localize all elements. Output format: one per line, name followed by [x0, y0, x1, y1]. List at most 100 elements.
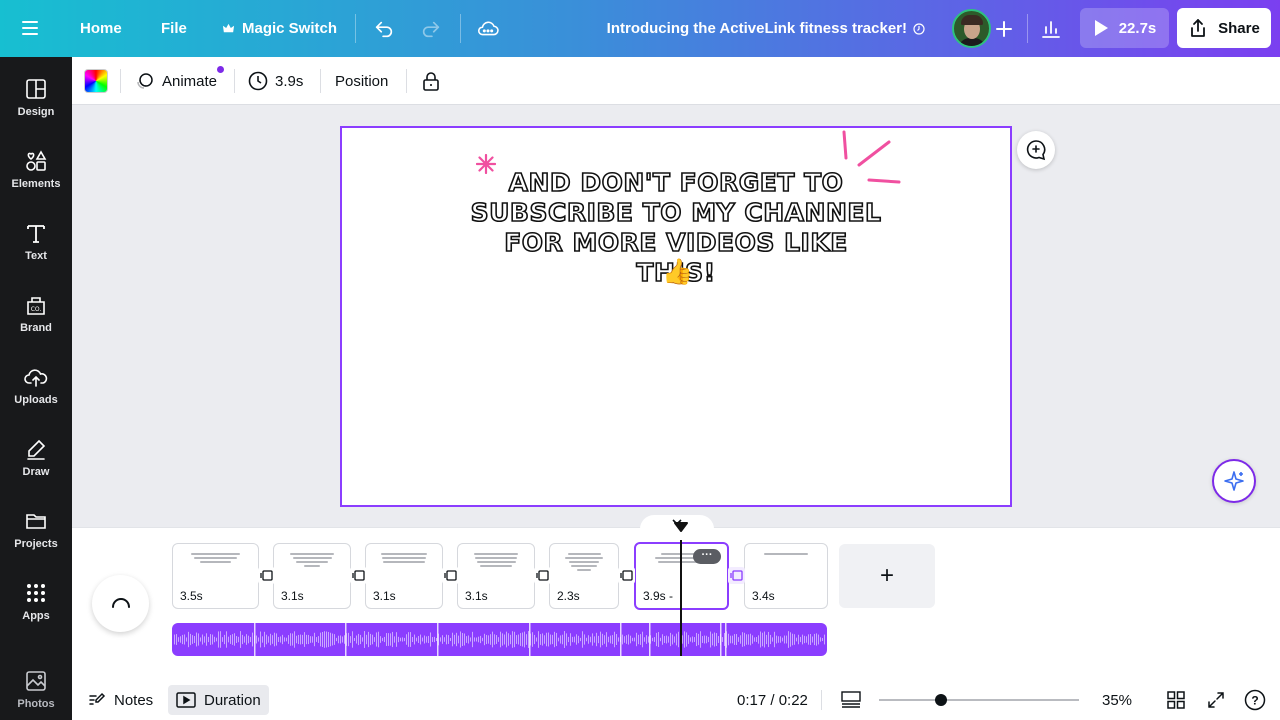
duration-button[interactable]: 3.9s — [248, 57, 303, 105]
notes-button[interactable]: Notes — [80, 685, 161, 715]
playhead-handle[interactable] — [673, 521, 689, 533]
transition-icon — [536, 570, 549, 581]
transition-button[interactable] — [350, 567, 367, 584]
timeline-page-3[interactable]: 3.1s — [365, 543, 443, 609]
page-duration: 3.1s — [465, 589, 488, 603]
thumbs-up-emoji: 👍 — [662, 258, 694, 286]
page-duration: 3.5s — [180, 589, 203, 603]
page-layout-icon[interactable] — [840, 689, 862, 711]
sidebar-item-design[interactable]: Design — [0, 69, 72, 129]
cloud-save-icon[interactable] — [475, 16, 501, 42]
transition-button[interactable] — [618, 567, 635, 584]
redo-icon[interactable] — [418, 16, 444, 42]
fullscreen-icon[interactable] — [1205, 689, 1227, 711]
sidebar-item-label: Apps — [22, 610, 50, 622]
sidebar-item-draw[interactable]: Draw — [0, 429, 72, 489]
transition-icon — [444, 570, 457, 581]
spinner-icon — [111, 597, 130, 608]
divider — [355, 14, 356, 43]
share-icon — [1191, 19, 1206, 37]
animate-button[interactable]: Animate — [135, 57, 217, 105]
duration-toggle-button[interactable]: Duration — [168, 685, 269, 715]
animate-icon — [137, 73, 153, 89]
document-title[interactable]: Introducing the ActiveLink fitness track… — [607, 0, 925, 57]
home-button[interactable]: Home — [80, 0, 122, 57]
magic-assistant-button[interactable] — [1212, 459, 1256, 503]
home-label: Home — [80, 20, 122, 37]
share-label: Share — [1218, 19, 1260, 37]
avatar[interactable] — [952, 9, 991, 48]
new-indicator-dot — [217, 66, 224, 73]
film-play-icon — [176, 692, 196, 708]
divider — [1027, 14, 1028, 43]
svg-text:CO.: CO. — [31, 306, 42, 313]
share-button[interactable]: Share — [1177, 8, 1271, 48]
transition-button[interactable] — [534, 567, 551, 584]
sidebar-item-label: Text — [25, 250, 47, 262]
notes-pencil-icon — [89, 692, 106, 705]
play-icon — [1094, 20, 1108, 36]
design-canvas[interactable]: AND DON'T FORGET TO SUBSCRIBE TO MY CHAN… — [340, 126, 1012, 507]
color-picker-swatch[interactable] — [84, 69, 108, 93]
page-duration: 3.1s — [281, 589, 304, 603]
loading-spinner-button[interactable] — [92, 575, 149, 632]
layout-icon — [24, 77, 48, 101]
timeline-page-4[interactable]: 3.1s — [457, 543, 535, 609]
zoom-percentage[interactable]: 35% — [1102, 680, 1132, 720]
page-duration: 3.4s — [752, 589, 775, 603]
divider — [234, 69, 235, 93]
divider — [120, 69, 121, 93]
add-collaborator-icon[interactable] — [991, 16, 1017, 42]
undo-icon[interactable] — [371, 16, 397, 42]
sidebar-item-label: Photos — [17, 698, 55, 710]
sidebar-item-elements[interactable]: Elements — [0, 141, 72, 201]
insights-chart-icon[interactable] — [1038, 16, 1064, 42]
timeline-page-7[interactable]: 3.4s — [744, 543, 828, 609]
lock-button[interactable] — [422, 57, 440, 105]
sidebar-item-label: Projects — [14, 538, 58, 550]
zoom-slider-track[interactable] — [879, 699, 1079, 701]
sidebar-item-text[interactable]: Text — [0, 213, 72, 273]
lock-icon — [423, 72, 439, 91]
image-icon — [24, 669, 48, 693]
timeline-page-1[interactable]: 3.5s — [172, 543, 259, 609]
document-title-text: Introducing the ActiveLink fitness track… — [606, 20, 907, 37]
sidebar-item-label: Design — [17, 106, 55, 118]
zoom-slider-handle[interactable] — [935, 694, 947, 706]
audio-track[interactable] — [172, 623, 827, 656]
magic-switch-button[interactable]: Magic Switch — [222, 0, 337, 57]
clock-icon — [248, 71, 268, 91]
menu-icon[interactable] — [22, 17, 50, 39]
transition-icon — [730, 570, 743, 581]
transition-button[interactable] — [442, 567, 459, 584]
zoom-value: 35% — [1102, 691, 1133, 709]
transition-button[interactable] — [258, 567, 275, 584]
divider — [320, 69, 321, 93]
file-button[interactable]: File — [161, 0, 187, 57]
sidebar-item-apps[interactable]: Apps — [0, 573, 72, 633]
transition-button[interactable] — [728, 567, 745, 584]
sidebar-item-brand[interactable]: CO. Brand — [0, 285, 72, 345]
help-button[interactable]: ? — [1244, 689, 1266, 711]
add-comment-button[interactable] — [1017, 131, 1055, 169]
page-duration: 3.1s — [373, 589, 396, 603]
position-button[interactable]: Position — [335, 57, 388, 105]
notes-label: Notes — [114, 691, 154, 709]
play-duration: 22.7s — [1118, 19, 1157, 37]
playhead-line[interactable] — [680, 540, 682, 656]
text-icon — [24, 221, 48, 245]
divider — [460, 14, 461, 43]
play-button[interactable]: 22.7s — [1080, 8, 1169, 48]
shapes-icon — [24, 149, 48, 173]
sidebar-item-projects[interactable]: Projects — [0, 501, 72, 561]
magic-switch-label: Magic Switch — [242, 20, 338, 37]
transition-icon — [260, 570, 273, 581]
page-more-options[interactable]: ··· — [693, 549, 721, 564]
timeline-page-2[interactable]: 3.1s — [273, 543, 351, 609]
grid-view-icon[interactable] — [1165, 689, 1187, 711]
playback-time-text: 0:17 / 0:22 — [737, 691, 808, 709]
timeline-page-5[interactable]: 2.3s — [549, 543, 619, 609]
sidebar-item-uploads[interactable]: Uploads — [0, 357, 72, 417]
add-page-button[interactable]: + — [839, 544, 935, 608]
sidebar-item-photos[interactable]: Photos — [0, 661, 72, 720]
